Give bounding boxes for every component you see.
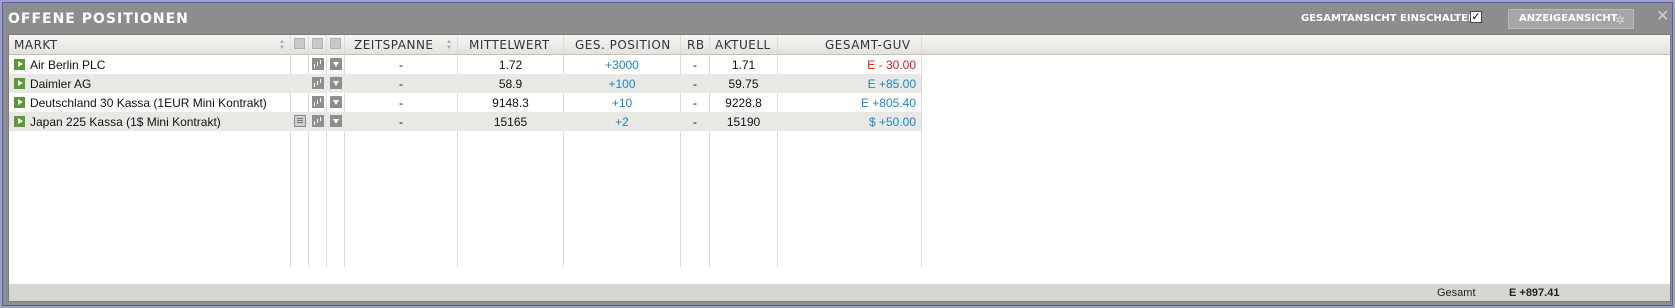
dropdown-icon[interactable] xyxy=(330,58,342,70)
markt-cell[interactable]: Japan 225 Kassa (1$ Mini Kontrakt) xyxy=(30,115,221,129)
window-title: OFFENE POSITIONEN xyxy=(8,11,189,27)
gesamt-value: E +897.41 xyxy=(1509,287,1560,299)
column-divider xyxy=(921,35,922,267)
offene-positionen-window: OFFENE POSITIONEN GESAMTANSICHT EINSCHAL… xyxy=(2,2,1673,306)
aktuell-cell: 1.71 xyxy=(731,58,756,72)
header-dropdown-icon[interactable] xyxy=(330,38,341,49)
markt-cell[interactable]: Air Berlin PLC xyxy=(30,58,105,72)
table-row[interactable]: Deutschland 30 Kassa (1EUR Mini Kontrakt… xyxy=(9,93,921,112)
gesamtansicht-checkbox[interactable]: ✓ xyxy=(1470,11,1482,23)
rb-cell: - xyxy=(693,115,697,129)
position-cell[interactable]: +100 xyxy=(564,77,680,91)
mittelwert-cell: 58.9 xyxy=(498,77,523,91)
col-markt[interactable]: MARKT xyxy=(14,38,58,52)
zeitspanne-cell: - xyxy=(399,96,403,110)
sort-zeitspanne-icon[interactable]: ▲ ▼ xyxy=(446,39,452,51)
close-icon[interactable]: ✕ xyxy=(1656,9,1669,25)
chart-icon[interactable] xyxy=(312,96,324,108)
col-ges-position[interactable]: GES. POSITION xyxy=(575,38,671,52)
anzeigeansicht-button[interactable]: ANZEIGEANSICHT ✲ xyxy=(1508,9,1634,29)
header-chart-icon[interactable] xyxy=(312,38,323,49)
guv-cell: E +85.00 xyxy=(867,77,916,91)
positions-table: MARKT ▲ ▼ ZEITSPANNE ▲ ▼ MITTELWERT GES. P… xyxy=(8,34,1671,302)
play-icon[interactable] xyxy=(14,116,25,127)
table-footer: Gesamt E +897.41 xyxy=(9,284,1670,301)
col-gesamt-guv[interactable]: GESAMT-GUV xyxy=(825,38,911,52)
chart-icon[interactable] xyxy=(312,115,324,127)
guv-cell: E +805.40 xyxy=(860,96,916,110)
col-rb[interactable]: RB xyxy=(687,38,705,52)
table-row[interactable]: Daimler AG - 58.9 +100 - 59.75 E +85.00 xyxy=(9,74,921,93)
position-cell[interactable]: +2 xyxy=(564,115,680,129)
aktuell-cell: 9228.8 xyxy=(725,96,762,110)
chart-icon[interactable] xyxy=(312,58,324,70)
detail-icon[interactable] xyxy=(294,115,306,127)
mittelwert-cell: 1.72 xyxy=(498,58,523,72)
mittelwert-cell: 9148.3 xyxy=(492,96,529,110)
guv-cell: E - 30.00 xyxy=(867,58,916,72)
table-row[interactable]: Japan 225 Kassa (1$ Mini Kontrakt) - 151… xyxy=(9,112,921,131)
anzeigeansicht-label: ANZEIGEANSICHT xyxy=(1519,13,1618,24)
col-mittelwert[interactable]: MITTELWERT xyxy=(469,38,550,52)
aktuell-cell: 59.75 xyxy=(728,77,759,91)
play-icon[interactable] xyxy=(14,97,25,108)
sort-markt-icon[interactable]: ▲ ▼ xyxy=(279,39,285,51)
gesamtansicht-label[interactable]: GESAMTANSICHT EINSCHALTEN xyxy=(1301,13,1476,24)
gesamt-label: Gesamt xyxy=(1437,287,1476,299)
dropdown-icon[interactable] xyxy=(330,115,342,127)
title-bar[interactable]: OFFENE POSITIONEN GESAMTANSICHT EINSCHAL… xyxy=(3,3,1672,33)
dropdown-icon[interactable] xyxy=(330,77,342,89)
mittelwert-cell: 15165 xyxy=(493,115,528,129)
zeitspanne-cell: - xyxy=(399,58,403,72)
zeitspanne-cell: - xyxy=(399,77,403,91)
dropdown-icon[interactable] xyxy=(330,96,342,108)
position-cell[interactable]: +10 xyxy=(564,96,680,110)
table-header: MARKT ▲ ▼ ZEITSPANNE ▲ ▼ MITTELWERT GES. P… xyxy=(9,35,1670,55)
play-icon[interactable] xyxy=(14,59,25,70)
col-zeitspanne[interactable]: ZEITSPANNE xyxy=(354,38,434,52)
position-cell[interactable]: +3000 xyxy=(564,58,680,72)
play-icon[interactable] xyxy=(14,78,25,89)
chart-icon[interactable] xyxy=(312,77,324,89)
gear-icon: ✲ xyxy=(1614,13,1625,27)
markt-cell[interactable]: Daimler AG xyxy=(30,77,91,91)
rb-cell: - xyxy=(693,58,697,72)
markt-cell[interactable]: Deutschland 30 Kassa (1EUR Mini Kontrakt… xyxy=(30,96,267,110)
table-row[interactable]: Air Berlin PLC - 1.72 +3000 - 1.71 E - 3… xyxy=(9,55,921,74)
aktuell-cell: 15190 xyxy=(726,115,761,129)
header-detail-icon[interactable] xyxy=(294,38,305,49)
col-aktuell[interactable]: AKTUELL xyxy=(715,38,771,52)
zeitspanne-cell: - xyxy=(399,115,403,129)
guv-cell: $ +50.00 xyxy=(868,115,916,129)
rb-cell: - xyxy=(693,96,697,110)
rb-cell: - xyxy=(693,77,697,91)
